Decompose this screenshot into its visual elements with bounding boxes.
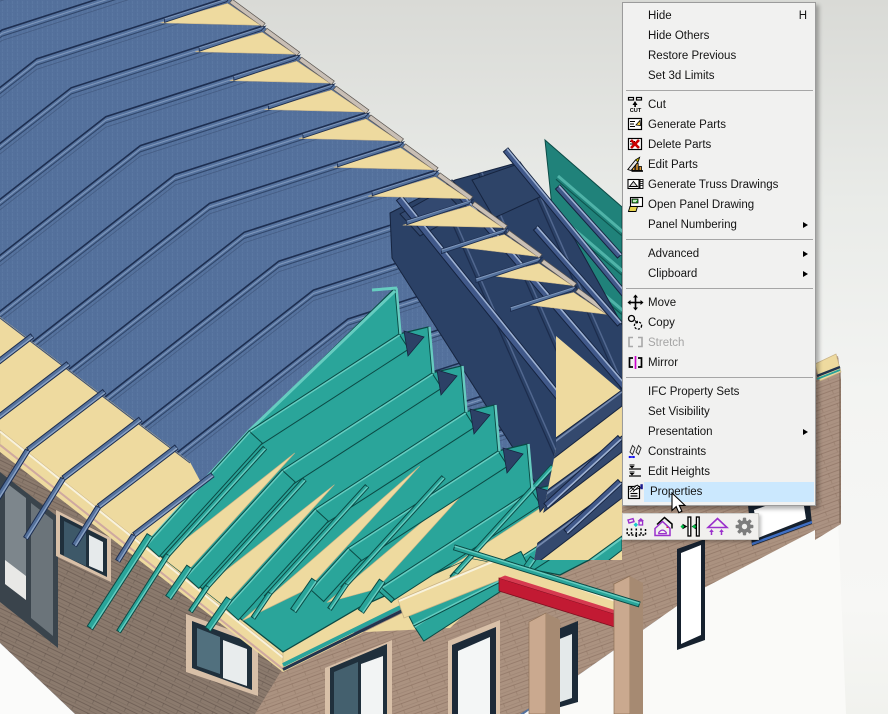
svg-text:CUT: CUT — [630, 108, 642, 113]
